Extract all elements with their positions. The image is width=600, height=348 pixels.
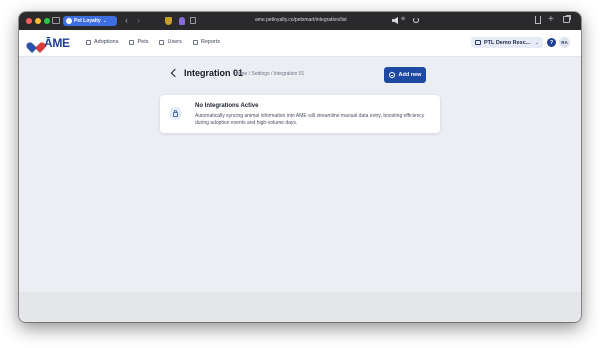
close-window-button[interactable] <box>26 18 32 24</box>
lock-icon <box>173 110 178 117</box>
app-header: ĀME Adoptions Pets Users Reports PTL Dem… <box>19 30 581 57</box>
empty-state-description: Automatically syncing animal information… <box>195 113 425 126</box>
add-new-label: Add new <box>398 72 422 78</box>
speaker-icon[interactable] <box>392 17 398 24</box>
back-chevron-icon[interactable] <box>170 68 180 78</box>
nav-label: Users <box>167 39 182 45</box>
help-button[interactable]: ? <box>547 38 556 47</box>
nav-item-pets[interactable]: Pets <box>129 39 148 45</box>
paw-icon <box>66 18 72 24</box>
avatar[interactable]: RA <box>559 37 570 48</box>
tab-group-label: Pet Loyalty <box>74 18 101 24</box>
logo[interactable]: ĀME <box>30 36 70 50</box>
empty-state-card: No Integrations Active Automatically syn… <box>160 95 440 133</box>
extension-icon[interactable] <box>179 17 185 25</box>
organization-select[interactable]: PTL Demo Resc... ⌄ <box>471 37 543 48</box>
adoptions-icon <box>86 39 91 45</box>
building-icon <box>475 40 481 45</box>
forward-arrow-icon[interactable]: › <box>137 15 140 25</box>
reload-icon[interactable] <box>413 17 419 23</box>
add-circle-icon <box>388 72 395 78</box>
reports-icon <box>192 39 198 45</box>
users-icon <box>159 39 165 45</box>
organization-name: PTL Demo Resc... <box>484 39 531 46</box>
heart-logo-icon <box>30 38 42 49</box>
nav-label: Reports <box>200 39 221 45</box>
address-bar[interactable]: ame.petloyalty.co/petsmart/integration/l… <box>255 17 347 23</box>
lock-badge <box>169 107 182 120</box>
tab-overview-icon[interactable] <box>563 16 570 23</box>
nav-item-adoptions[interactable]: Adoptions <box>86 39 118 45</box>
chevron-down-icon: ⌄ <box>102 18 107 24</box>
tab-group[interactable]: Pet Loyalty ⌄ <box>63 16 117 26</box>
chevron-down-icon: ⌄ <box>534 39 539 46</box>
browser-window: Pet Loyalty ⌄ ‹ › ame.petloyalty.co/pets… <box>19 12 581 322</box>
nav-label: Adoptions <box>94 39 119 45</box>
main-nav: Adoptions Pets Users Reports <box>86 39 220 45</box>
footer-area <box>19 292 581 322</box>
back-arrow-icon[interactable]: ‹ <box>125 15 128 25</box>
nav-item-reports[interactable]: Reports <box>192 39 221 45</box>
nav-item-users[interactable]: Users <box>159 39 182 45</box>
breadcrumb: Home / Settings / Integration 01 <box>234 71 305 77</box>
maximize-window-button[interactable] <box>44 18 50 24</box>
add-new-button[interactable]: Add new <box>384 67 426 83</box>
minimize-window-button[interactable] <box>35 18 41 24</box>
nav-label: Pets <box>137 39 149 45</box>
browser-chrome: Pet Loyalty ⌄ ‹ › ame.petloyalty.co/pets… <box>19 12 581 30</box>
pets-icon <box>129 39 135 45</box>
share-icon[interactable] <box>535 16 541 24</box>
shield-icon[interactable] <box>165 17 172 25</box>
tracker-icon: ⊘ <box>401 16 406 22</box>
new-tab-icon[interactable]: + <box>548 14 554 26</box>
empty-state-title: No Integrations Active <box>195 103 259 109</box>
reader-icon[interactable] <box>190 17 196 24</box>
logo-text: ĀME <box>44 36 70 50</box>
sidebar-toggle-icon[interactable] <box>52 17 60 24</box>
